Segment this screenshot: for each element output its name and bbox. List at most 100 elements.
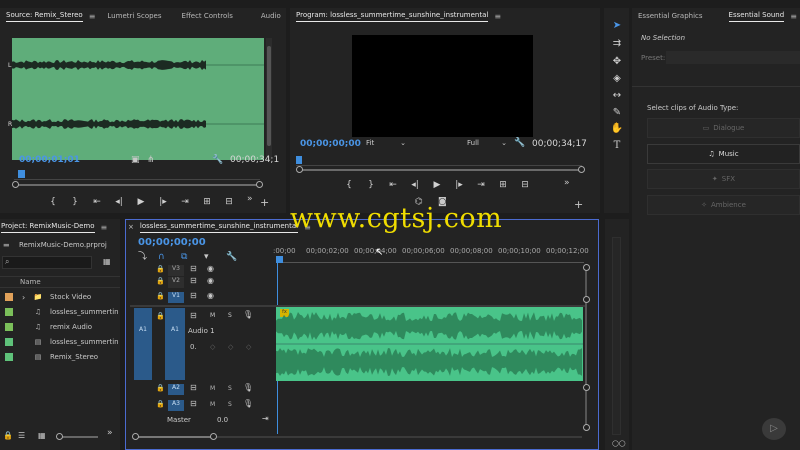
program-title[interactable]: Program: lossless_summertime_sunshine_in… (290, 11, 494, 22)
program-zoom-scrollbar[interactable] (296, 166, 585, 173)
overwrite-icon[interactable]: ⊟ (218, 197, 240, 207)
type-tool-icon[interactable]: T (609, 140, 625, 151)
timeline-timecode[interactable]: 00;00;00;00 (138, 237, 206, 248)
track-label[interactable]: A2 (168, 384, 184, 395)
export-frame-icon[interactable]: » (564, 178, 570, 188)
linked-selection-icon[interactable]: ⧉ (181, 252, 187, 262)
mute-button[interactable]: M (210, 312, 215, 319)
insert-edit-icon[interactable]: ⋔ (147, 155, 155, 165)
project-item[interactable]: ▤ Remix_Stereo (0, 350, 120, 364)
project-item[interactable]: › 📁 Stock Video (0, 290, 120, 304)
play-icon[interactable]: ▶ (130, 197, 152, 207)
step-back-icon[interactable]: ◂| (108, 197, 130, 207)
name-column-header[interactable]: Name (20, 278, 41, 286)
icon-view-icon[interactable]: ▦ (38, 431, 46, 441)
lock-icon[interactable]: 🔒 (156, 264, 165, 274)
expand-arrow-icon[interactable]: › (22, 293, 30, 302)
tab-source[interactable]: Source: Remix_Stereo (0, 11, 89, 22)
ripple-edit-tool-icon[interactable]: ✥ (609, 56, 625, 67)
mark-in-icon[interactable]: { (338, 180, 360, 190)
go-to-in-icon[interactable]: ⇤ (86, 197, 108, 207)
go-to-out-icon[interactable]: ⇥ (470, 180, 492, 190)
snap-icon[interactable]: ∩ (158, 252, 165, 262)
mark-in-icon[interactable]: { (42, 197, 64, 207)
label-color-swatch[interactable] (5, 353, 13, 361)
solo-button[interactable]: S (228, 312, 232, 319)
menu-icon[interactable]: ≡ (790, 12, 797, 21)
tab-essential-graphics[interactable]: Essential Graphics (632, 12, 709, 20)
track-select-tool-icon[interactable]: ⇉ (609, 38, 625, 49)
source-time-ruler[interactable] (14, 170, 260, 180)
pen-tool-icon[interactable]: ✎ (609, 107, 625, 118)
mute-button[interactable]: M (210, 385, 215, 392)
zoom-slider[interactable] (56, 433, 98, 440)
program-video-monitor[interactable] (352, 35, 533, 137)
menu-icon[interactable]: ≡ (89, 12, 96, 21)
source-zoom-scrollbar[interactable] (12, 181, 263, 188)
solo-meter-icon[interactable]: ◯◯ (612, 439, 625, 449)
tab-audio[interactable]: Audio (255, 12, 287, 20)
menu-icon[interactable]: ≡ (101, 223, 108, 232)
step-back-icon[interactable]: ◂| (404, 180, 426, 190)
ambience-type-button[interactable]: ✧ Ambience (647, 195, 800, 215)
timeline-settings-icon[interactable]: 🔧 (226, 252, 237, 262)
sync-lock-icon[interactable]: ⊟ (190, 276, 197, 286)
sync-lock-icon[interactable]: ⊟ (190, 291, 197, 301)
mark-out-icon[interactable]: } (360, 180, 382, 190)
track-label[interactable]: V1 (168, 292, 184, 303)
keyframe-icon[interactable]: ◇ (246, 342, 251, 352)
play-overlay-icon[interactable]: ▷ (762, 418, 786, 440)
audio-clip[interactable]: fx (276, 307, 583, 381)
label-color-swatch[interactable] (5, 308, 13, 316)
nest-icon[interactable]: ⤵ (138, 252, 147, 262)
track-label[interactable]: A1 (165, 308, 185, 380)
project-item[interactable]: ♫ lossless_summertin (0, 305, 120, 319)
timeline-vertical-scrollbar[interactable] (583, 264, 590, 431)
selection-tool-icon[interactable]: ➤ (609, 20, 625, 31)
extract-icon[interactable]: ⊟ (514, 180, 536, 190)
tab-effect-controls[interactable]: Effect Controls (176, 12, 239, 20)
microphone-icon[interactable]: 🎙 (243, 383, 253, 393)
razor-tool-icon[interactable]: ◈ (609, 73, 625, 84)
step-forward-icon[interactable]: |▸ (448, 180, 470, 190)
mute-button[interactable]: M (210, 401, 215, 408)
go-to-out-icon[interactable]: ⇥ (174, 197, 196, 207)
quality-select[interactable]: Full ⌄ (467, 139, 507, 147)
dialogue-type-button[interactable]: ▭ Dialogue (647, 118, 800, 138)
fit-select[interactable]: Fit ⌄ (366, 139, 406, 147)
music-type-button[interactable]: ♫ Music (647, 144, 800, 164)
volume-value[interactable]: 0. (190, 343, 197, 351)
lock-icon[interactable]: 🔒 (156, 276, 165, 286)
new-bin-icon[interactable]: ▦ (103, 257, 111, 267)
lift-icon[interactable]: ⊞ (492, 180, 514, 190)
project-search-input[interactable]: ⌕ (2, 256, 92, 269)
project-item[interactable]: ♫ remix Audio (0, 320, 120, 334)
solo-button[interactable]: S (228, 401, 232, 408)
eye-icon[interactable]: ◉ (207, 291, 214, 301)
insert-icon[interactable]: ⊞ (196, 197, 218, 207)
eye-icon[interactable]: ◉ (207, 276, 214, 286)
settings-wrench-icon[interactable]: 🔧 (514, 138, 525, 148)
safe-margins-icon[interactable]: ▣ (131, 155, 140, 165)
sfx-type-button[interactable]: ✦ SFX (647, 169, 800, 189)
sync-lock-icon[interactable]: ⊟ (190, 383, 197, 393)
track-label[interactable]: A3 (168, 400, 184, 411)
add-button-icon[interactable]: + (574, 199, 583, 210)
keyframe-icon[interactable]: ◇ (228, 342, 233, 352)
source-waveform-display[interactable] (12, 38, 264, 160)
add-button-icon[interactable]: + (260, 197, 269, 208)
source-vertical-scroll[interactable] (266, 38, 272, 160)
microphone-icon[interactable]: 🎙 (243, 310, 253, 320)
project-item[interactable]: ▤ lossless_summertin (0, 335, 120, 349)
solo-button[interactable]: S (228, 385, 232, 392)
tab-essential-sound[interactable]: Essential Sound (723, 11, 791, 22)
label-color-swatch[interactable] (5, 338, 13, 346)
lock-icon[interactable]: 🔒 (156, 311, 165, 321)
list-view-icon[interactable]: ☰ (18, 431, 25, 441)
sync-lock-icon[interactable]: ⊟ (190, 311, 197, 321)
lock-icon[interactable]: 🔒 (3, 431, 13, 441)
mark-out-icon[interactable]: } (64, 197, 86, 207)
play-icon[interactable]: ▶ (426, 180, 448, 190)
lock-icon[interactable]: 🔒 (156, 383, 165, 393)
more-icon[interactable]: » (107, 428, 113, 438)
